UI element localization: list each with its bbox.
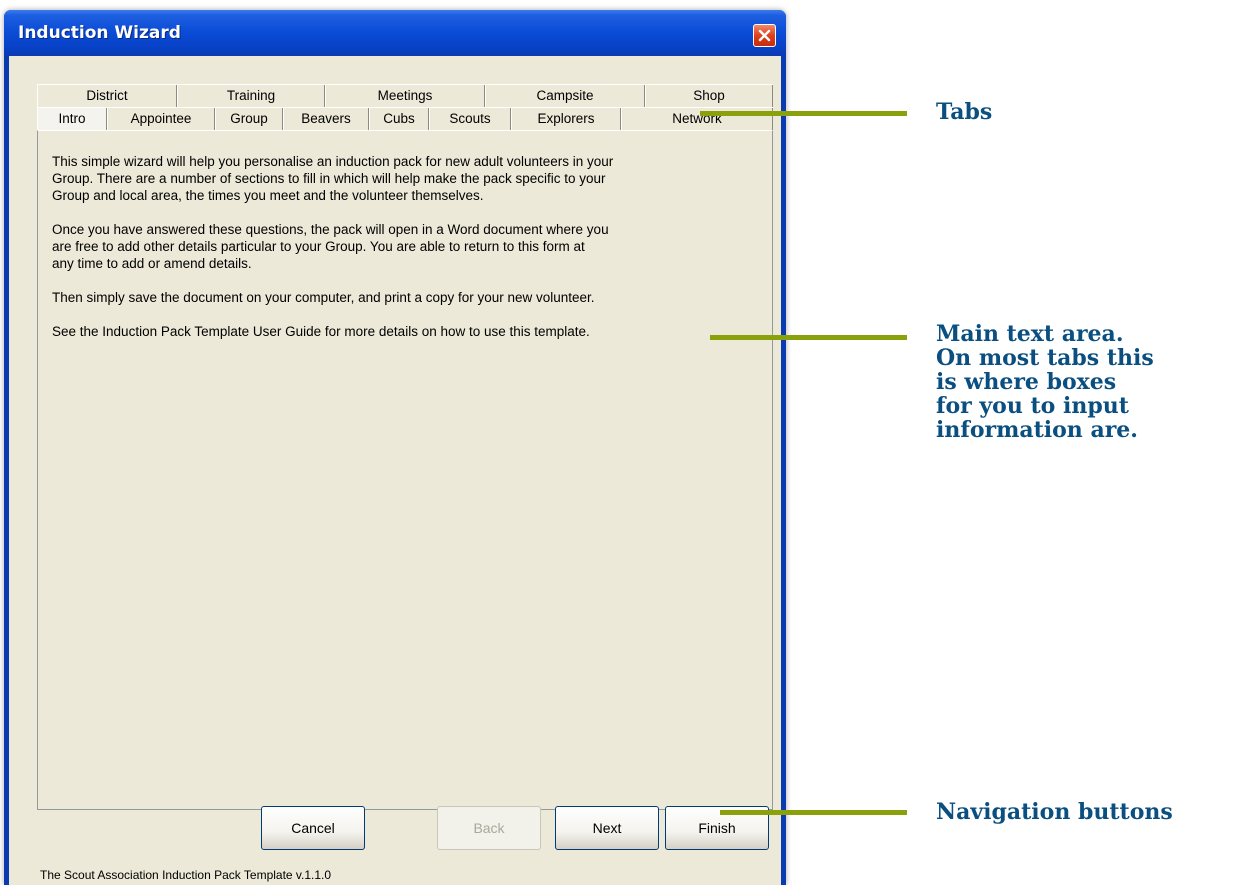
tab-cubs[interactable]: Cubs — [369, 108, 429, 130]
next-label: Next — [592, 820, 622, 836]
tab-label: Cubs — [383, 111, 415, 126]
back-label: Back — [473, 820, 505, 836]
cancel-label: Cancel — [291, 820, 335, 836]
tab-label: Campsite — [536, 88, 594, 103]
tab-shop[interactable]: Shop — [645, 85, 773, 107]
tab-label: Training — [226, 88, 276, 103]
text-line: any time to add or amend details. — [52, 256, 252, 271]
text-line: This simple wizard will help you persona… — [52, 154, 614, 169]
close-icon — [758, 29, 771, 42]
tabs-callout-line — [700, 111, 907, 116]
callout-line-text: for you to input — [936, 393, 1129, 419]
intro-text: This simple wizard will help you persona… — [52, 153, 752, 357]
text-line: are free to add other details particular… — [52, 239, 585, 254]
tab-scouts[interactable]: Scouts — [429, 108, 511, 130]
tab-row-front: Intro Appointee Group Beavers Cubs Scout… — [37, 107, 773, 132]
tab-beavers[interactable]: Beavers — [283, 108, 369, 130]
next-button[interactable]: Next — [555, 806, 659, 850]
intro-paragraph-3: Then simply save the document on your co… — [52, 290, 595, 305]
nav-callout-label: Navigation buttons — [936, 799, 1173, 825]
tab-campsite[interactable]: Campsite — [485, 85, 645, 107]
tab-row-back: District Training Meetings Campsite Shop — [37, 84, 773, 107]
tab-label: Explorers — [537, 111, 595, 126]
tab-intro[interactable]: Intro — [37, 108, 107, 132]
tabs-callout-label: Tabs — [936, 99, 993, 125]
tab-explorers[interactable]: Explorers — [511, 108, 621, 130]
tab-label: Scouts — [449, 111, 491, 126]
dialog-body: District Training Meetings Campsite Shop… — [9, 56, 781, 885]
intro-paragraph-4: See the Induction Pack Template User Gui… — [52, 324, 590, 339]
callout-line-text: On most tabs this — [936, 345, 1154, 371]
tab-label: District — [86, 88, 128, 103]
intro-paragraph-1: This simple wizard will help you persona… — [52, 153, 752, 204]
finish-label: Finish — [698, 820, 736, 836]
tab-appointee[interactable]: Appointee — [107, 108, 215, 130]
footer-version-text: The Scout Association Induction Pack Tem… — [40, 868, 332, 882]
back-button[interactable]: Back — [437, 806, 541, 850]
tab-training[interactable]: Training — [177, 85, 325, 107]
text-line: Once you have answered these questions, … — [52, 222, 609, 237]
tab-label: Appointee — [130, 111, 192, 126]
tab-label: Shop — [693, 88, 725, 103]
tab-group[interactable]: Group — [215, 108, 283, 130]
callout-line-text: information are. — [936, 417, 1138, 443]
callout-line-text: Main text area. — [936, 321, 1124, 347]
cancel-button[interactable]: Cancel — [261, 806, 365, 850]
tab-label: Beavers — [301, 111, 351, 126]
main-area-callout-line — [710, 335, 907, 340]
tab-meetings[interactable]: Meetings — [325, 85, 485, 107]
intro-tab-panel: This simple wizard will help you persona… — [37, 130, 773, 810]
induction-wizard-window: Induction Wizard District Training Meeti… — [4, 10, 786, 885]
tab-label: Group — [230, 111, 268, 126]
title-bar[interactable]: Induction Wizard — [4, 10, 786, 56]
close-button[interactable] — [753, 24, 776, 47]
tab-district[interactable]: District — [37, 85, 177, 107]
intro-paragraph-2: Once you have answered these questions, … — [52, 221, 752, 272]
callout-line-text: is where boxes — [936, 369, 1117, 395]
main-area-callout-label: Main text area. On most tabs this is whe… — [936, 322, 1154, 442]
text-line: Group. There are a number of sections to… — [52, 171, 606, 186]
tab-label: Intro — [58, 111, 86, 126]
tab-label: Meetings — [377, 88, 433, 103]
text-line: Group and local area, the times you meet… — [52, 188, 484, 203]
nav-callout-line — [720, 810, 907, 815]
window-title: Induction Wizard — [18, 23, 181, 43]
